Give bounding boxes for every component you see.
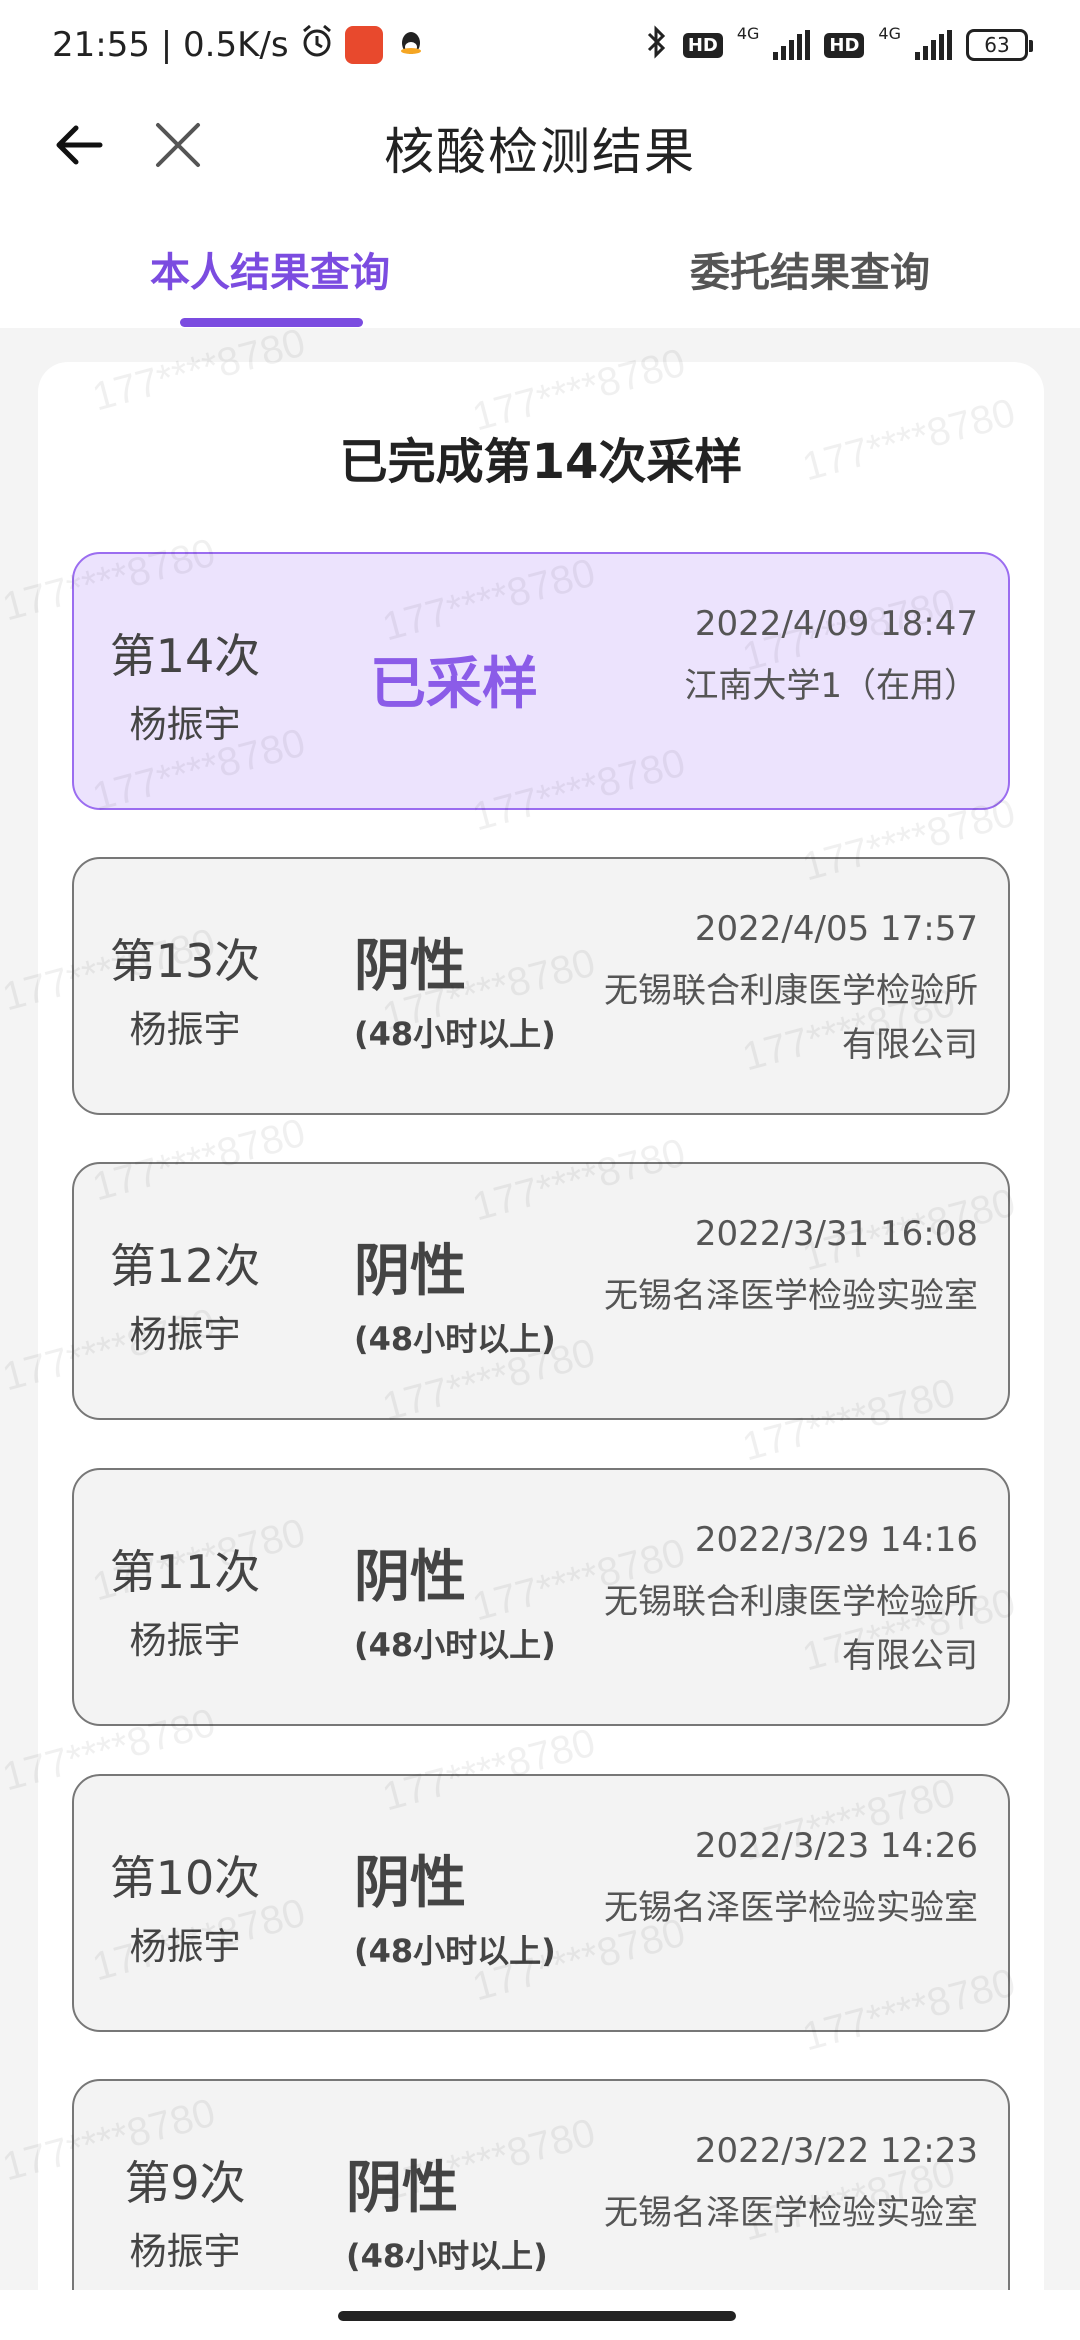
tab-bar: 本人结果查询 委托结果查询 — [0, 200, 1080, 328]
record-status: 阴性 — [354, 1851, 466, 1916]
record-card[interactable]: 第10次 杨振宇 阴性 (48小时以上) 2022/3/23 14:26 无锡名… — [72, 1774, 1010, 2032]
record-status-note: (48小时以上) — [354, 1320, 556, 1358]
record-time: 2022/3/22 12:23 — [694, 2131, 978, 2171]
qq-icon — [393, 27, 429, 63]
status-time: 21:55 | 0.5K/s — [52, 25, 289, 65]
record-count: 第10次 — [109, 1851, 261, 1905]
record-person-name: 杨振宇 — [129, 1619, 241, 1662]
network-type-label: 4G — [736, 24, 760, 43]
record-location: 无锡联合利康医学检验所有限公司 — [604, 971, 978, 1065]
record-card[interactable]: 第12次 杨振宇 阴性 (48小时以上) 2022/3/31 16:08 无锡名… — [72, 1162, 1010, 1420]
active-tab-indicator — [180, 318, 363, 327]
status-bar: 21:55 | 0.5K/s HD 4G HD 4G 63 — [0, 0, 1080, 90]
record-status-note: (48小时以上) — [346, 2237, 548, 2275]
record-person-name: 杨振宇 — [129, 703, 241, 746]
page-title: 核酸检测结果 — [384, 123, 696, 181]
signal-icon — [773, 30, 811, 60]
battery-icon: 63 — [966, 29, 1033, 61]
record-location: 江南大学1（在用） — [684, 666, 978, 706]
network-type-label: 4G — [878, 24, 901, 43]
tab-proxy-results[interactable]: 委托结果查询 — [690, 240, 930, 298]
record-status: 阴性 — [354, 934, 466, 999]
app-notification-icon — [344, 26, 383, 64]
record-time: 2022/4/05 17:57 — [694, 909, 978, 949]
home-indicator[interactable] — [338, 2311, 736, 2321]
results-card: 已完成第14次采样 第14次 杨振宇 已采样 2022/4/09 18:47 江… — [38, 362, 1044, 2340]
hd-badge: HD — [824, 32, 865, 58]
hd-badge: HD — [682, 32, 723, 58]
app-header: 核酸检测结果 — [0, 90, 1080, 200]
record-location: 无锡名泽医学检验实验室 — [604, 1276, 978, 1316]
record-status-note: (48小时以上) — [354, 1932, 556, 1970]
record-location: 无锡联合利康医学检验所有限公司 — [604, 1582, 978, 1676]
record-time: 2022/3/31 16:08 — [694, 1214, 978, 1254]
record-count: 第11次 — [109, 1545, 261, 1599]
tab-self-results[interactable]: 本人结果查询 — [150, 240, 390, 298]
bluetooth-icon — [645, 24, 669, 66]
record-time: 2022/4/09 18:47 — [694, 604, 978, 644]
record-count: 第9次 — [124, 2156, 246, 2210]
record-status: 阴性 — [354, 1239, 466, 1304]
record-person-name: 杨振宇 — [129, 1313, 241, 1356]
record-person-name: 杨振宇 — [129, 1925, 241, 1968]
record-person-name: 杨振宇 — [129, 1008, 241, 1051]
record-card[interactable]: 第11次 杨振宇 阴性 (48小时以上) 2022/3/29 14:16 无锡联… — [72, 1468, 1010, 1726]
record-card[interactable]: 第14次 杨振宇 已采样 2022/4/09 18:47 江南大学1（在用） — [72, 552, 1010, 810]
record-time: 2022/3/23 14:26 — [694, 1826, 978, 1866]
record-status-note: (48小时以上) — [354, 1626, 556, 1664]
sampling-summary: 已完成第14次采样 — [339, 434, 743, 490]
record-person-name: 杨振宇 — [129, 2230, 241, 2273]
alarm-icon — [299, 23, 335, 68]
record-time: 2022/3/29 14:16 — [694, 1520, 978, 1560]
record-count: 第13次 — [109, 934, 261, 988]
record-status-note: (48小时以上) — [354, 1015, 556, 1053]
record-location: 无锡名泽医学检验实验室 — [604, 2193, 978, 2233]
record-count: 第12次 — [109, 1239, 261, 1293]
record-status: 阴性 — [346, 2156, 458, 2221]
record-location: 无锡名泽医学检验实验室 — [604, 1888, 978, 1928]
record-count: 第14次 — [109, 629, 261, 683]
record-card[interactable]: 第13次 杨振宇 阴性 (48小时以上) 2022/4/05 17:57 无锡联… — [72, 857, 1010, 1115]
record-status: 已采样 — [370, 652, 538, 717]
signal-icon — [915, 30, 952, 60]
record-status: 阴性 — [354, 1545, 466, 1610]
